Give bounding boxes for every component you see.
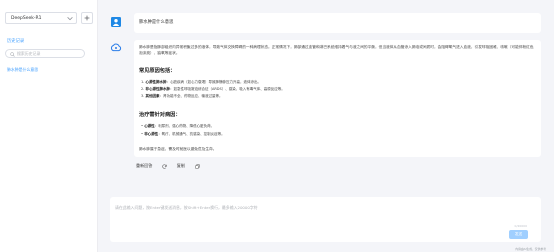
input-panel: 0/20000 发送 [110,197,541,242]
cause-item: 3. 其他因素：肾功能不全、药物反应、输液过量等。 [141,94,223,98]
treatment-heading: 治疗需针对病因： [139,112,181,118]
chevron-down-icon [67,17,73,21]
treatment-term: 非心源性 [144,132,159,136]
history-search-input[interactable] [17,50,81,57]
cause-desc: ：肾功能不全、药物反应、输液过量等。 [159,94,223,98]
reply-actions: 重新回答 复制 [136,163,208,169]
user-message: 肺水肿是什么意思 [134,13,541,33]
causes-heading: 常见原因包括： [139,68,176,74]
user-question: 肺水肿是什么意思 [139,20,174,25]
bot-avatar-icon [111,43,122,52]
cause-item: 2. 非心源性肺水肿：如急性呼吸窘迫综合征（ARDS）、感染、吸入有毒气体、高原… [141,87,285,91]
cause-term: 非心源性肺水肿 [145,87,170,91]
treatment-desc: ：利尿剂、强心药物、降低心脏负荷。 [154,124,215,128]
treatment-term: 心源性 [144,124,155,128]
treatment-item: • 心源性：利尿剂、强心药物、降低心脏负荷。 [141,124,215,128]
search-icon [10,51,15,57]
reply-closing: 肺水肿属于急症，需及时就医以避免危及生命。 [139,147,217,151]
history-title: 历史记录 [7,39,25,44]
send-button[interactable]: 发送 [509,230,528,239]
regenerate-label: 重新回答 [136,163,153,168]
model-select-value: DeepSeek-R1 [11,16,42,21]
message-input[interactable] [115,205,415,213]
treatment-desc: ：氧疗、机械通气、抗感染、控制炎症等。 [158,132,225,136]
cause-term: 心源性肺水肿 [145,80,167,84]
char-counter: 0/20000 [514,224,527,228]
history-search[interactable] [5,49,85,58]
cause-desc: ：心脏疾病（如心力衰竭）导致肺静脉压力升高，液体渗出。 [166,80,261,84]
copy-label: 复制 [176,163,185,168]
regenerate-button[interactable]: 重新回答 [136,163,168,169]
copy-button[interactable]: 复制 [177,163,200,169]
history-item[interactable]: 肺水肿是什么意思 [7,67,38,73]
copy-icon [195,163,200,169]
assistant-reply: 肺水肿是指肺部组织内异常积聚过多的液体，导致气体交换障碍的一种病理状态。正常情况… [134,40,541,157]
new-chat-button[interactable] [81,12,93,24]
refresh-icon [162,163,168,169]
footer-disclaimer: 内容由AI生成，仅供参考 [515,247,546,251]
sidebar: DeepSeek-R1 历史记录 肺水肿是什么意思 [0,0,98,252]
cause-item: 1. 心源性肺水肿：心脏疾病（如心力衰竭）导致肺静脉压力升高，液体渗出。 [141,80,261,84]
model-select[interactable]: DeepSeek-R1 [5,12,77,24]
user-avatar-icon [111,17,121,27]
reply-intro: 肺水肿是指肺部组织内异常积聚过多的液体，导致气体交换障碍的一种病理状态。正常情况… [139,45,534,55]
cause-desc: ：如急性呼吸窘迫综合征（ARDS）、感染、吸入有毒气体、高原反应等。 [169,87,285,91]
treatment-item: • 非心源性：氧疗、机械通气、抗感染、控制炎症等。 [141,132,225,136]
cause-term: 其他因素 [145,94,160,98]
plus-icon [84,15,90,21]
